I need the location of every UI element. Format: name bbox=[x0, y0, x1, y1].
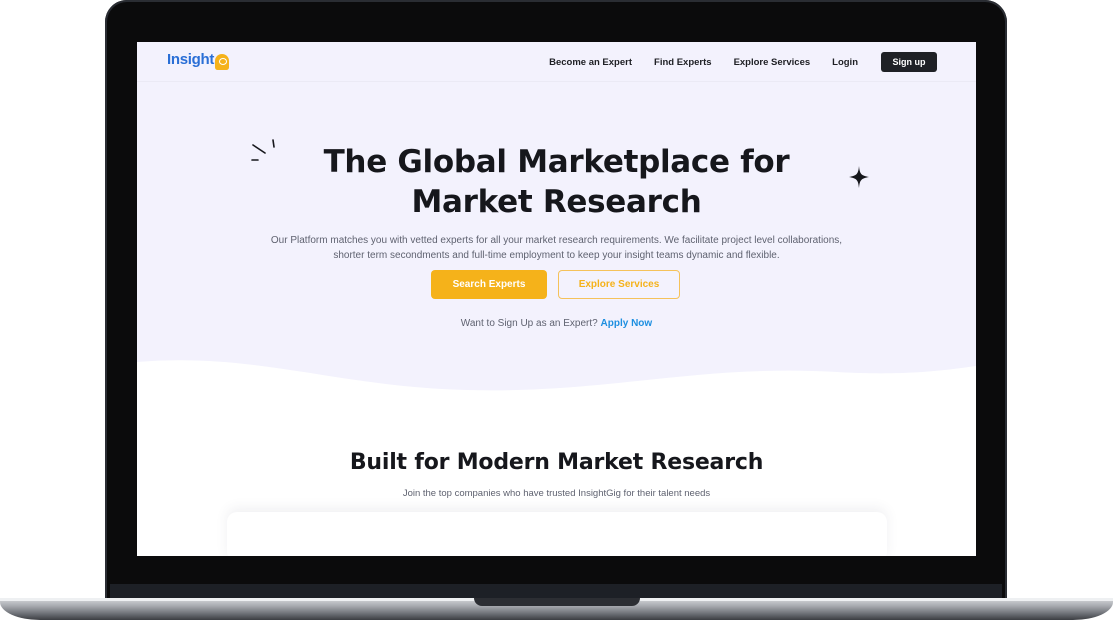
expert-signup-text: Want to Sign Up as an Expert? bbox=[460, 318, 598, 329]
hero-wave-divider bbox=[137, 360, 976, 422]
explore-services-button[interactable]: Explore Services bbox=[558, 270, 680, 299]
section-subtitle: Join the top companies who have trusted … bbox=[402, 488, 711, 499]
nav-link-find-experts[interactable]: Find Experts bbox=[654, 57, 712, 68]
insightgig-badge-icon bbox=[215, 54, 230, 70]
top-navigation: Insight Become an Expert Find Experts Ex… bbox=[137, 42, 976, 82]
four-point-star-icon bbox=[849, 166, 869, 188]
section-title: Built for Modern Market Research bbox=[349, 450, 764, 475]
search-experts-button[interactable]: Search Experts bbox=[431, 270, 547, 299]
nav-links: Become an Expert Find Experts Explore Se… bbox=[549, 42, 858, 82]
nav-link-become-expert[interactable]: Become an Expert bbox=[549, 57, 632, 68]
nav-link-explore-services[interactable]: Explore Services bbox=[734, 57, 811, 68]
laptop-notch bbox=[474, 598, 640, 606]
browser-screen: Insight Become an Expert Find Experts Ex… bbox=[137, 42, 976, 556]
hero-description: Our Platform matches you with vetted exp… bbox=[270, 235, 843, 261]
logo-text: Insight bbox=[167, 51, 215, 68]
site-logo[interactable]: Insight bbox=[167, 51, 230, 73]
logos-card bbox=[227, 512, 887, 556]
hero-title-line-2: Market Research bbox=[411, 184, 702, 220]
expert-signup-prompt: Want to Sign Up as an Expert? Apply Now bbox=[137, 318, 976, 329]
sign-up-button[interactable]: Sign up bbox=[881, 52, 937, 72]
nav-link-login[interactable]: Login bbox=[832, 57, 858, 68]
apply-now-link[interactable]: Apply Now bbox=[601, 318, 653, 329]
